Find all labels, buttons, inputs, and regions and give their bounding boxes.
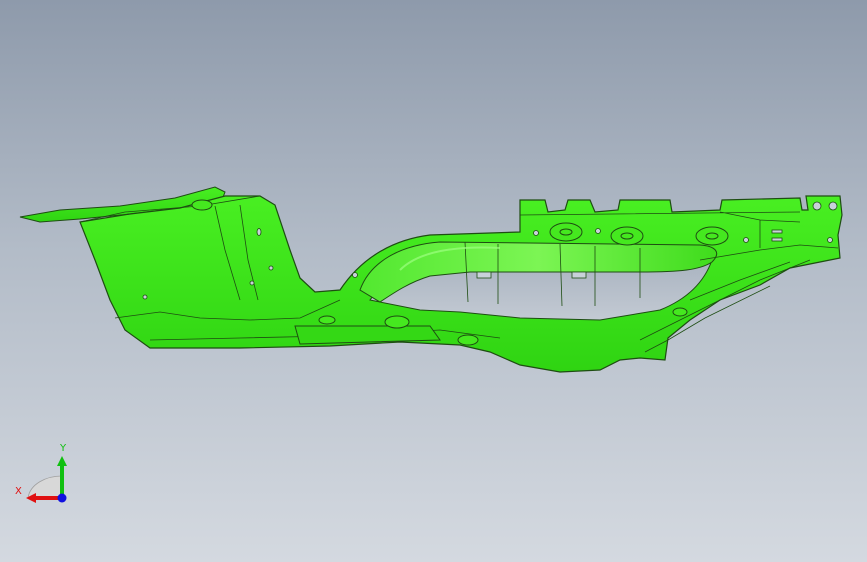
tunnel-slot (476, 271, 492, 279)
hole (352, 272, 358, 278)
x-axis-label: X (15, 486, 22, 497)
hole (256, 228, 262, 236)
hole (595, 228, 601, 234)
3d-viewport[interactable]: Y X (0, 0, 867, 562)
hole (743, 237, 749, 243)
hole (771, 237, 783, 242)
boss (672, 307, 688, 317)
hole (771, 229, 783, 234)
z-axis-icon (57, 493, 67, 503)
hole (828, 201, 838, 211)
boss (457, 334, 479, 346)
boss (384, 315, 410, 329)
hole (812, 201, 822, 211)
hole (142, 294, 148, 300)
hole (827, 237, 833, 243)
model-view[interactable] (0, 0, 867, 562)
hole (268, 265, 274, 271)
tunnel-slot (571, 271, 587, 279)
coordinate-triad: Y X (10, 440, 80, 510)
y-axis-label: Y (60, 443, 67, 454)
boss (318, 315, 336, 325)
hole (249, 280, 255, 286)
hole (533, 230, 539, 236)
boss (191, 199, 213, 211)
